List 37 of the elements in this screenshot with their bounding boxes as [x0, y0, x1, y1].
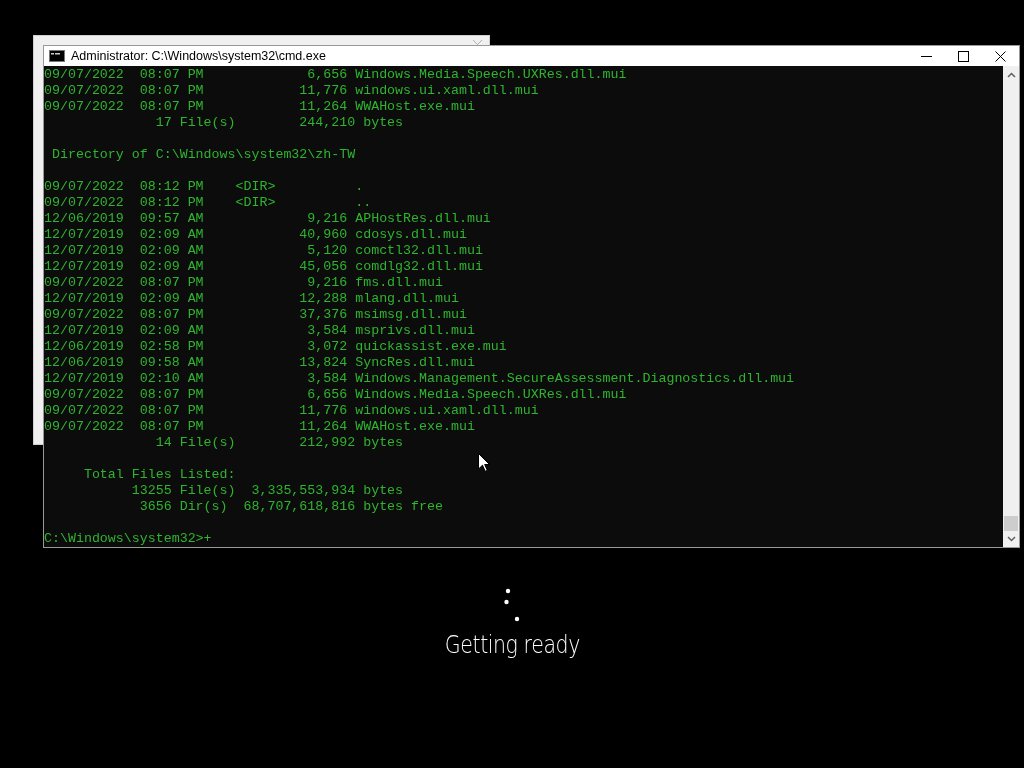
- console-line: 12/07/2019 02:09 AM 12,288 mlang.dll.mui: [44, 291, 460, 307]
- window-title: Administrator: C:\Windows\system32\cmd.exe: [71, 49, 327, 63]
- command-prompt[interactable]: C:\Windows\system32>+: [44, 531, 1003, 547]
- console-line: 09/07/2022 08:12 PM <DIR> ..: [44, 195, 373, 211]
- console-line: 12/07/2019 02:09 AM 40,960 cdosys.dll.mui: [44, 227, 468, 243]
- console-line: 09/07/2022 08:07 PM 11,776 windows.ui.xaml.dll.mui: [44, 83, 540, 99]
- console-line: 12/06/2019 09:57 AM 9,216 APHostRes.dll.mui: [44, 211, 492, 227]
- terminal-icon: [49, 50, 65, 62]
- console-line: 12/07/2019 02:09 AM 45,056 comdlg32.dll.mui: [44, 259, 484, 275]
- console-line: 09/07/2022 08:07 PM 11,264 WWAHost.exe.mui: [44, 419, 476, 435]
- console-line: 12/07/2019 02:09 AM 5,120 comctl32.dll.mui: [44, 243, 484, 259]
- status-message: Getting ready: [444, 630, 580, 659]
- console-line: 09/07/2022 08:07 PM 11,776 windows.ui.xaml.dll.mui: [44, 403, 540, 419]
- console-line: 3656 Dir(s) 68,707,618,816 bytes free: [138, 499, 444, 515]
- console-line: 12/07/2019 02:10 AM 3,584 Windows.Management.SecureAssessment.Diagnostics.dll.mui: [44, 371, 796, 387]
- console-line: 12/06/2019 09:58 AM 13,824 SyncRes.dll.mui: [44, 355, 476, 371]
- console-line: 09/07/2022 08:12 PM <DIR> .: [44, 179, 365, 195]
- console-line: 13255 File(s) 3,335,553,934 bytes: [130, 483, 405, 499]
- console-line: 17 File(s) 244,210 bytes: [154, 115, 405, 131]
- console-line: 09/07/2022 08:07 PM 6,656 Windows.Media.Speech.UXRes.dll.mui: [44, 67, 628, 83]
- mouse-pointer-icon: [478, 453, 490, 472]
- console-line: Total Files Listed:: [82, 467, 237, 483]
- console-line: 12/07/2019 02:09 AM 3,584 msprivs.dll.mui: [44, 323, 476, 339]
- console-line: 09/07/2022 08:07 PM 37,376 msimsg.dll.mui: [44, 307, 468, 323]
- scroll-thumb[interactable]: [1004, 516, 1018, 531]
- console-line: 09/07/2022 08:07 PM 6,656 Windows.Media.Speech.UXRes.dll.mui: [44, 387, 628, 403]
- console-line: 09/07/2022 08:07 PM 9,216 fms.dll.mui: [44, 275, 444, 291]
- console-line: 09/07/2022 08:07 PM 11,264 WWAHost.exe.mui: [44, 99, 476, 115]
- console-line: Directory of C:\Windows\system32\zh-TW: [50, 147, 357, 163]
- console-line: 12/06/2019 02:58 PM 3,072 quickassist.exe.mui: [44, 339, 508, 355]
- close-icon: [995, 50, 1006, 62]
- scroll-down-icon[interactable]: [1006, 536, 1016, 542]
- spinner-icon: [504, 588, 520, 622]
- scrollbar[interactable]: [1003, 66, 1019, 547]
- scroll-up-icon[interactable]: [1006, 72, 1016, 78]
- maximize-icon: [958, 50, 969, 62]
- console-line: 14 File(s) 212,992 bytes: [154, 435, 405, 451]
